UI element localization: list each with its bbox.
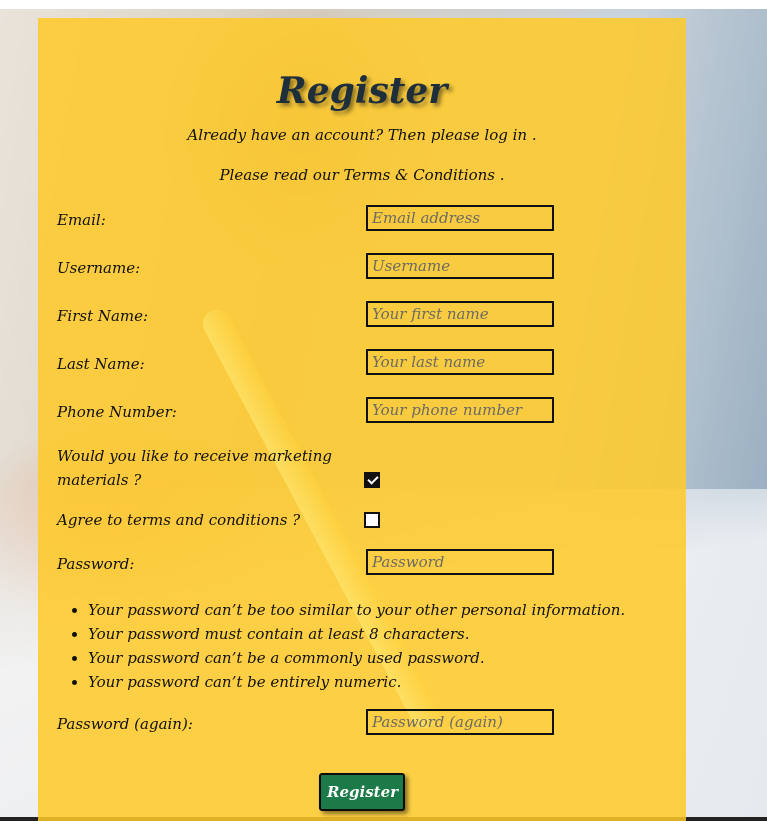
marketing-label-line1: Would you like to receive marketing — [57, 447, 332, 465]
last-name-field[interactable] — [366, 349, 554, 375]
page-title: Register — [276, 70, 448, 112]
password-again-field[interactable] — [366, 709, 554, 735]
terms-label: Agree to terms and conditions ? — [57, 511, 301, 529]
email-label: Email: — [57, 211, 106, 229]
first-name-field[interactable] — [366, 301, 554, 327]
username-field[interactable] — [366, 253, 554, 279]
phone-label: Phone Number: — [57, 403, 177, 421]
phone-field[interactable] — [366, 397, 554, 423]
password-rule: Your password can’t be entirely numeric. — [88, 670, 625, 694]
terms-checkbox[interactable] — [364, 512, 380, 528]
email-field[interactable] — [366, 205, 554, 231]
password-label: Password: — [57, 555, 135, 573]
password-rules: Your password can’t be too similar to yo… — [68, 598, 625, 694]
username-label: Username: — [57, 259, 141, 277]
marketing-checkbox[interactable] — [364, 472, 380, 488]
terms-prompt[interactable]: Please read our Terms & Conditions . — [38, 166, 686, 184]
register-button[interactable]: Register — [319, 773, 405, 811]
password-rule: Your password must contain at least 8 ch… — [88, 622, 625, 646]
password-field[interactable] — [366, 549, 554, 575]
password-again-label: Password (again): — [57, 715, 193, 733]
login-prompt[interactable]: Already have an account? Then please log… — [38, 126, 686, 144]
marketing-label: Would you like to receive marketing mate… — [57, 444, 332, 492]
top-bar — [0, 0, 767, 9]
register-panel: Register Already have an account? Then p… — [38, 18, 686, 821]
password-rule: Your password can’t be too similar to yo… — [88, 598, 625, 622]
marketing-label-line2: materials ? — [57, 471, 142, 489]
first-name-label: First Name: — [57, 307, 149, 325]
password-rule: Your password can’t be a commonly used p… — [88, 646, 625, 670]
last-name-label: Last Name: — [57, 355, 145, 373]
